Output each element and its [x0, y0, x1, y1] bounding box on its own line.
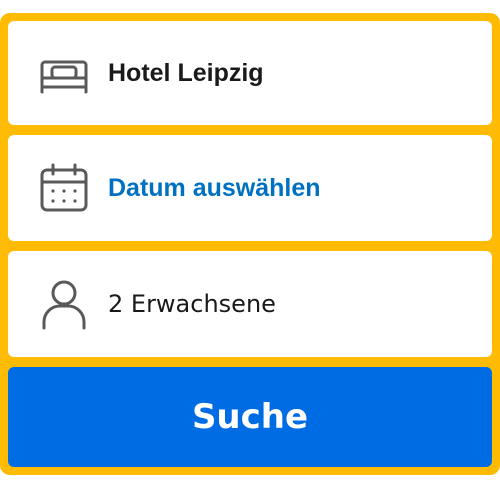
- person-icon: [38, 278, 90, 330]
- guests-field[interactable]: 2 Erwachsene: [8, 251, 492, 357]
- destination-value: Hotel Leipzig: [108, 58, 264, 87]
- date-picker-placeholder: Datum auswählen: [108, 173, 321, 202]
- search-form: Hotel Leipzig Datum auswählen 2 Erwachse…: [0, 13, 500, 475]
- destination-field[interactable]: Hotel Leipzig: [8, 21, 492, 125]
- date-picker-field[interactable]: Datum auswählen: [8, 135, 492, 241]
- calendar-icon: [38, 162, 90, 214]
- guests-value: 2 Erwachsene: [108, 290, 276, 318]
- bed-icon: [38, 47, 90, 99]
- search-button[interactable]: Suche: [8, 367, 492, 467]
